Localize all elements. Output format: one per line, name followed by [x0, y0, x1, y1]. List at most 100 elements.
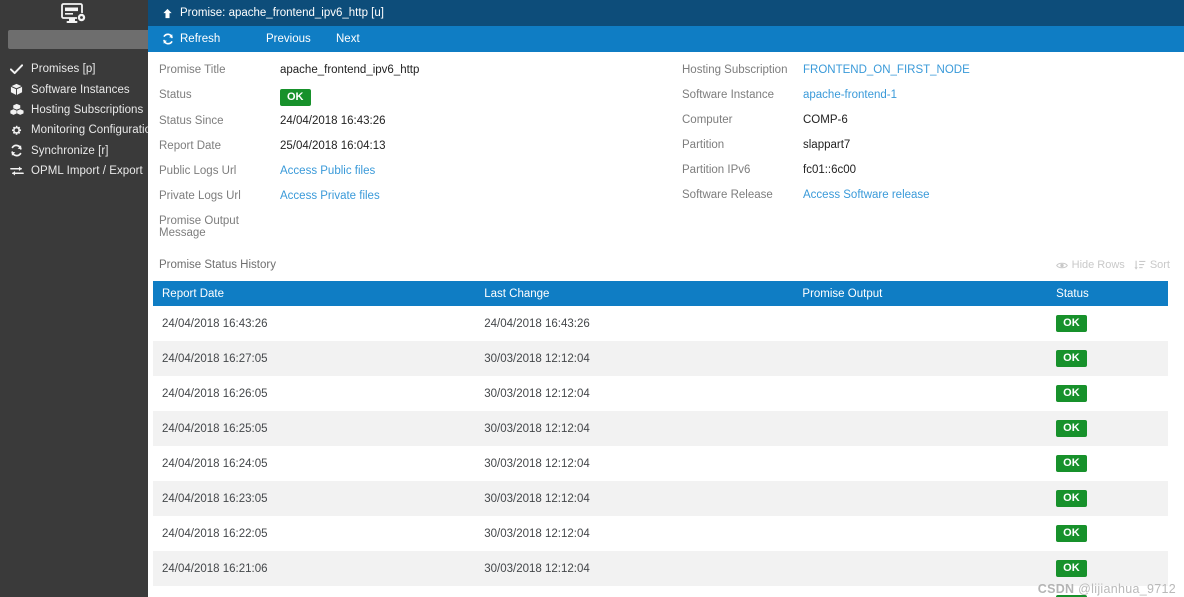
cell-report-date: 24/04/2018 16:24:05 [162, 457, 268, 470]
detail-row-promise-output-message: Promise Output Message [159, 213, 673, 239]
access-private-files-link[interactable]: Access Private files [280, 188, 380, 202]
monitor-gear-icon [61, 3, 87, 23]
sidebar-item-software-instances[interactable]: Software Instances [0, 79, 148, 99]
detail-row-status-since: Status Since 24/04/2018 16:43:26 [159, 113, 673, 138]
detail-row-promise-title: Promise Title apache_frontend_ipv6_http [159, 62, 673, 87]
sidebar-item-promises[interactable]: Promises [p] [0, 59, 148, 79]
cell-report-date: 24/04/2018 16:23:05 [162, 492, 268, 505]
refresh-icon [162, 33, 174, 45]
hosting-subscription-link[interactable]: FRONTEND_ON_FIRST_NODE [803, 62, 970, 76]
cell-status: OK [1047, 516, 1168, 551]
table-row[interactable]: 24/04/2018 16:24:05 30/03/2018 12:12:04 OK [153, 446, 1168, 481]
detail-row-computer: Computer COMP-6 [682, 112, 1153, 137]
detail-value-promise-title: apache_frontend_ipv6_http [280, 64, 420, 76]
arrow-up-icon[interactable] [162, 8, 173, 19]
next-button[interactable]: Next [336, 26, 396, 52]
table-row[interactable]: 24/04/2018 16:25:05 30/03/2018 12:12:04 OK [153, 411, 1168, 446]
detail-label: Status Since [159, 115, 224, 127]
table-head: Report Date Last Change Promise Output S… [153, 281, 1168, 306]
status-badge: OK [1056, 455, 1087, 472]
sidebar-item-label: Hosting Subscriptions [31, 103, 144, 116]
table-row[interactable]: 24/04/2018 16:27:05 30/03/2018 12:12:04 OK [153, 341, 1168, 376]
detail-row-public-logs-url: Public Logs Url Access Public files [159, 163, 673, 188]
sidebar-item-opml-import-export[interactable]: OPML Import / Export [0, 161, 148, 181]
sidebar-item-monitoring-configurations[interactable]: Monitoring Configurations [0, 120, 163, 140]
detail-column-right: Hosting Subscription FRONTEND_ON_FIRST_N… [673, 62, 1153, 238]
cell-last-change: 30/03/2018 12:12:04 [484, 422, 590, 435]
sort-icon [1134, 260, 1146, 270]
hide-rows-label: Hide Rows [1071, 259, 1125, 271]
cell-report-date: 24/04/2018 16:43:26 [162, 317, 268, 330]
column-header-promise-output[interactable]: Promise Output [793, 281, 1048, 306]
access-public-files-link[interactable]: Access Public files [280, 163, 375, 177]
cell-last-change: 30/03/2018 12:12:04 [484, 527, 590, 540]
table-row[interactable]: 24/04/2018 16:21:06 30/03/2018 12:12:04 OK [153, 551, 1168, 586]
sidebar-item-hosting-subscriptions[interactable]: Hosting Subscriptions [0, 100, 148, 120]
detail-label: Status [159, 89, 192, 101]
status-badge: OK [1056, 385, 1087, 402]
cell-promise-output [793, 586, 1047, 597]
cell-last-change: 30/03/2018 12:12:04 [484, 387, 590, 400]
cell-status: OK [1047, 376, 1168, 411]
status-badge: OK [1056, 560, 1087, 577]
cell-report-date: 24/04/2018 16:21:06 [162, 562, 268, 575]
detail-column-left: Promise Title apache_frontend_ipv6_http … [148, 62, 673, 239]
search-input[interactable] [8, 29, 160, 49]
sort-button[interactable]: Sort [1134, 259, 1170, 271]
column-header-status[interactable]: Status [1047, 281, 1168, 306]
sidebar-item-label: Software Instances [31, 83, 130, 96]
table-row[interactable]: 24/04/2018 16:22:05 30/03/2018 12:12:04 OK [153, 516, 1168, 551]
cell-status: OK [1047, 551, 1168, 586]
cell-promise-output [793, 306, 1047, 341]
sidebar-item-label: OPML Import / Export [31, 165, 143, 178]
table-row[interactable]: 24/04/2018 16:26:05 30/03/2018 12:12:04 OK [153, 376, 1168, 411]
detail-label: Computer [682, 114, 733, 126]
column-header-report-date[interactable]: Report Date [153, 281, 476, 306]
cell-promise-output [793, 376, 1047, 411]
previous-button[interactable]: Previous [266, 26, 336, 52]
refresh-label: Refresh [180, 33, 221, 45]
cell-status: OK [1047, 481, 1168, 516]
cell-report-date: 24/04/2018 16:22:05 [162, 527, 268, 540]
table-row[interactable]: 24/04/2018 16:23:05 30/03/2018 12:12:04 OK [153, 481, 1168, 516]
application-window: Promises [p] Software Instances Hosting … [0, 0, 1184, 597]
cubes-icon [10, 103, 27, 116]
status-badge: OK [1056, 315, 1087, 332]
sidebar-logo[interactable] [0, 0, 148, 26]
sidebar-item-label: Promises [p] [31, 63, 96, 76]
exchange-icon [10, 165, 27, 177]
table-header-row: Report Date Last Change Promise Output S… [153, 281, 1168, 306]
previous-label: Previous [266, 33, 311, 45]
history-table-wrap: Report Date Last Change Promise Output S… [153, 281, 1168, 597]
table-body: 24/04/2018 16:43:26 24/04/2018 16:43:26 OK… [153, 306, 1168, 597]
detail-row-report-date: Report Date 25/04/2018 16:04:13 [159, 138, 673, 163]
detail-label: Public Logs Url [159, 165, 237, 177]
detail-panel: Promise Title apache_frontend_ipv6_http … [148, 52, 1184, 239]
page-title: Promise: apache_frontend_ipv6_http [u] [180, 7, 384, 19]
refresh-button[interactable]: Refresh [162, 26, 266, 52]
cell-promise-output [793, 341, 1047, 376]
detail-row-software-instance: Software Instance apache-frontend-1 [682, 87, 1153, 112]
action-toolbar: Refresh Previous Next [148, 26, 1184, 52]
detail-value-partition: slappart7 [803, 139, 851, 151]
sidebar-item-label: Monitoring Configurations [31, 124, 164, 137]
detail-row-software-release: Software Release Access Software release [682, 187, 1153, 212]
hide-rows-button[interactable]: Hide Rows [1055, 259, 1125, 271]
cell-last-change: 30/03/2018 12:12:04 [484, 352, 590, 365]
table-row[interactable]: 24/04/2018 16:20:0630/03/2018 12:12:04 OK [153, 586, 1168, 597]
table-row[interactable]: 24/04/2018 16:43:26 24/04/2018 16:43:26 OK [153, 306, 1168, 341]
detail-label: Promise Output Message [159, 215, 239, 239]
detail-label: Promise Title [159, 64, 226, 76]
sidebar-search [0, 27, 173, 51]
refresh-icon [10, 144, 27, 157]
access-software-release-link[interactable]: Access Software release [803, 187, 930, 201]
cell-status: OK [1047, 411, 1168, 446]
column-header-last-change[interactable]: Last Change [475, 281, 794, 306]
software-instance-link[interactable]: apache-frontend-1 [803, 87, 897, 101]
status-badge-wrap: OK [280, 87, 311, 106]
status-badge: OK [1056, 420, 1087, 437]
cell-promise-output [793, 516, 1047, 551]
sidebar-item-synchronize[interactable]: Synchronize [r] [0, 141, 148, 161]
cell-last-change: 24/04/2018 16:43:26 [484, 317, 590, 330]
detail-value-computer: COMP-6 [803, 114, 848, 126]
